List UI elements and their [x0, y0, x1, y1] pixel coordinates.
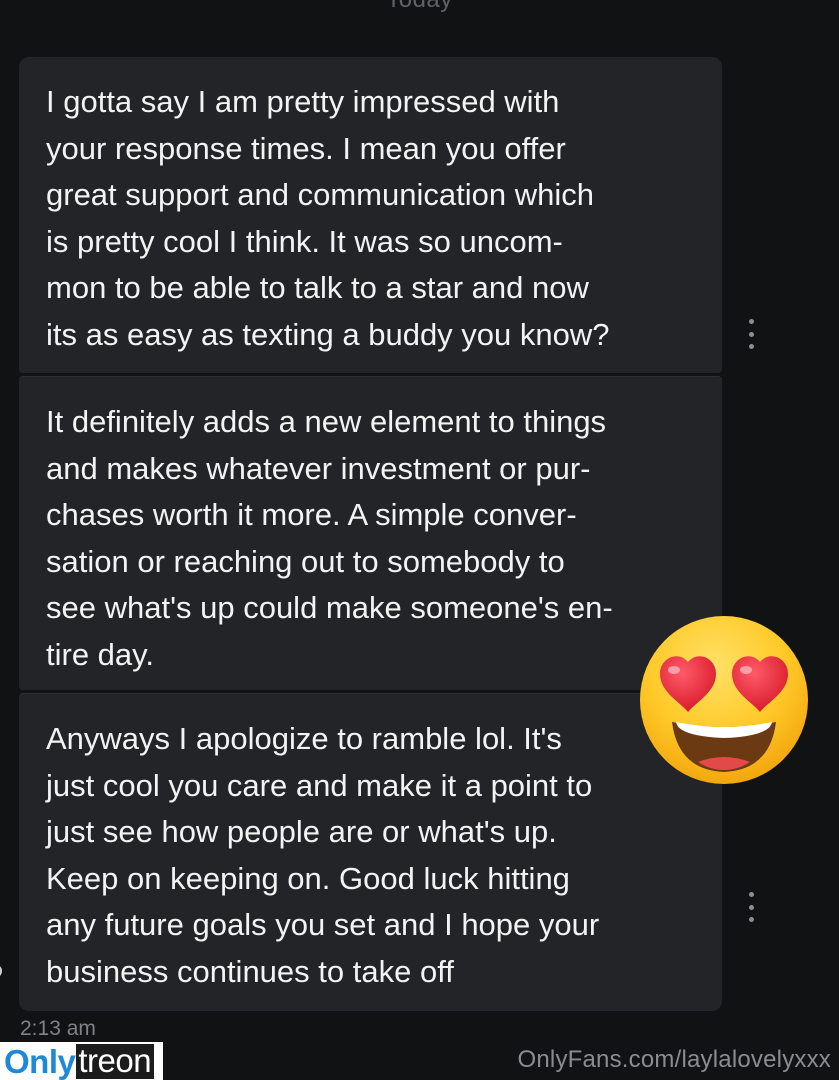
message-thread: I gotta say I am pretty impressed with y… — [19, 57, 754, 1011]
message-text: I gotta say I am pretty impressed with y… — [46, 84, 610, 352]
message-text: Anyways I apologize to ramble lol. It's … — [46, 721, 600, 989]
message-bubble[interactable]: I gotta say I am pretty impressed with y… — [19, 57, 754, 373]
edge-indicator — [0, 964, 2, 978]
logo-text-primary: Only — [4, 1042, 76, 1080]
message-text: It definitely adds a new element to thin… — [46, 404, 613, 672]
heart-eyes-emoji-icon — [640, 616, 808, 784]
message-bubble[interactable]: Anyways I apologize to ramble lol. It's … — [19, 693, 754, 1011]
message-timestamp: 2:13 am — [20, 1017, 96, 1040]
logo-text-secondary: treon — [76, 1043, 155, 1079]
day-divider-label: Today — [0, 0, 839, 14]
watermark-text: OnlyFans.com/laylalovelyxxx — [517, 1046, 831, 1073]
message-bubble[interactable]: It definitely adds a new element to thin… — [19, 376, 722, 690]
message-more-icon[interactable] — [746, 319, 756, 349]
brand-logo: Only treon — [0, 1042, 163, 1080]
message-more-icon[interactable] — [746, 892, 756, 922]
